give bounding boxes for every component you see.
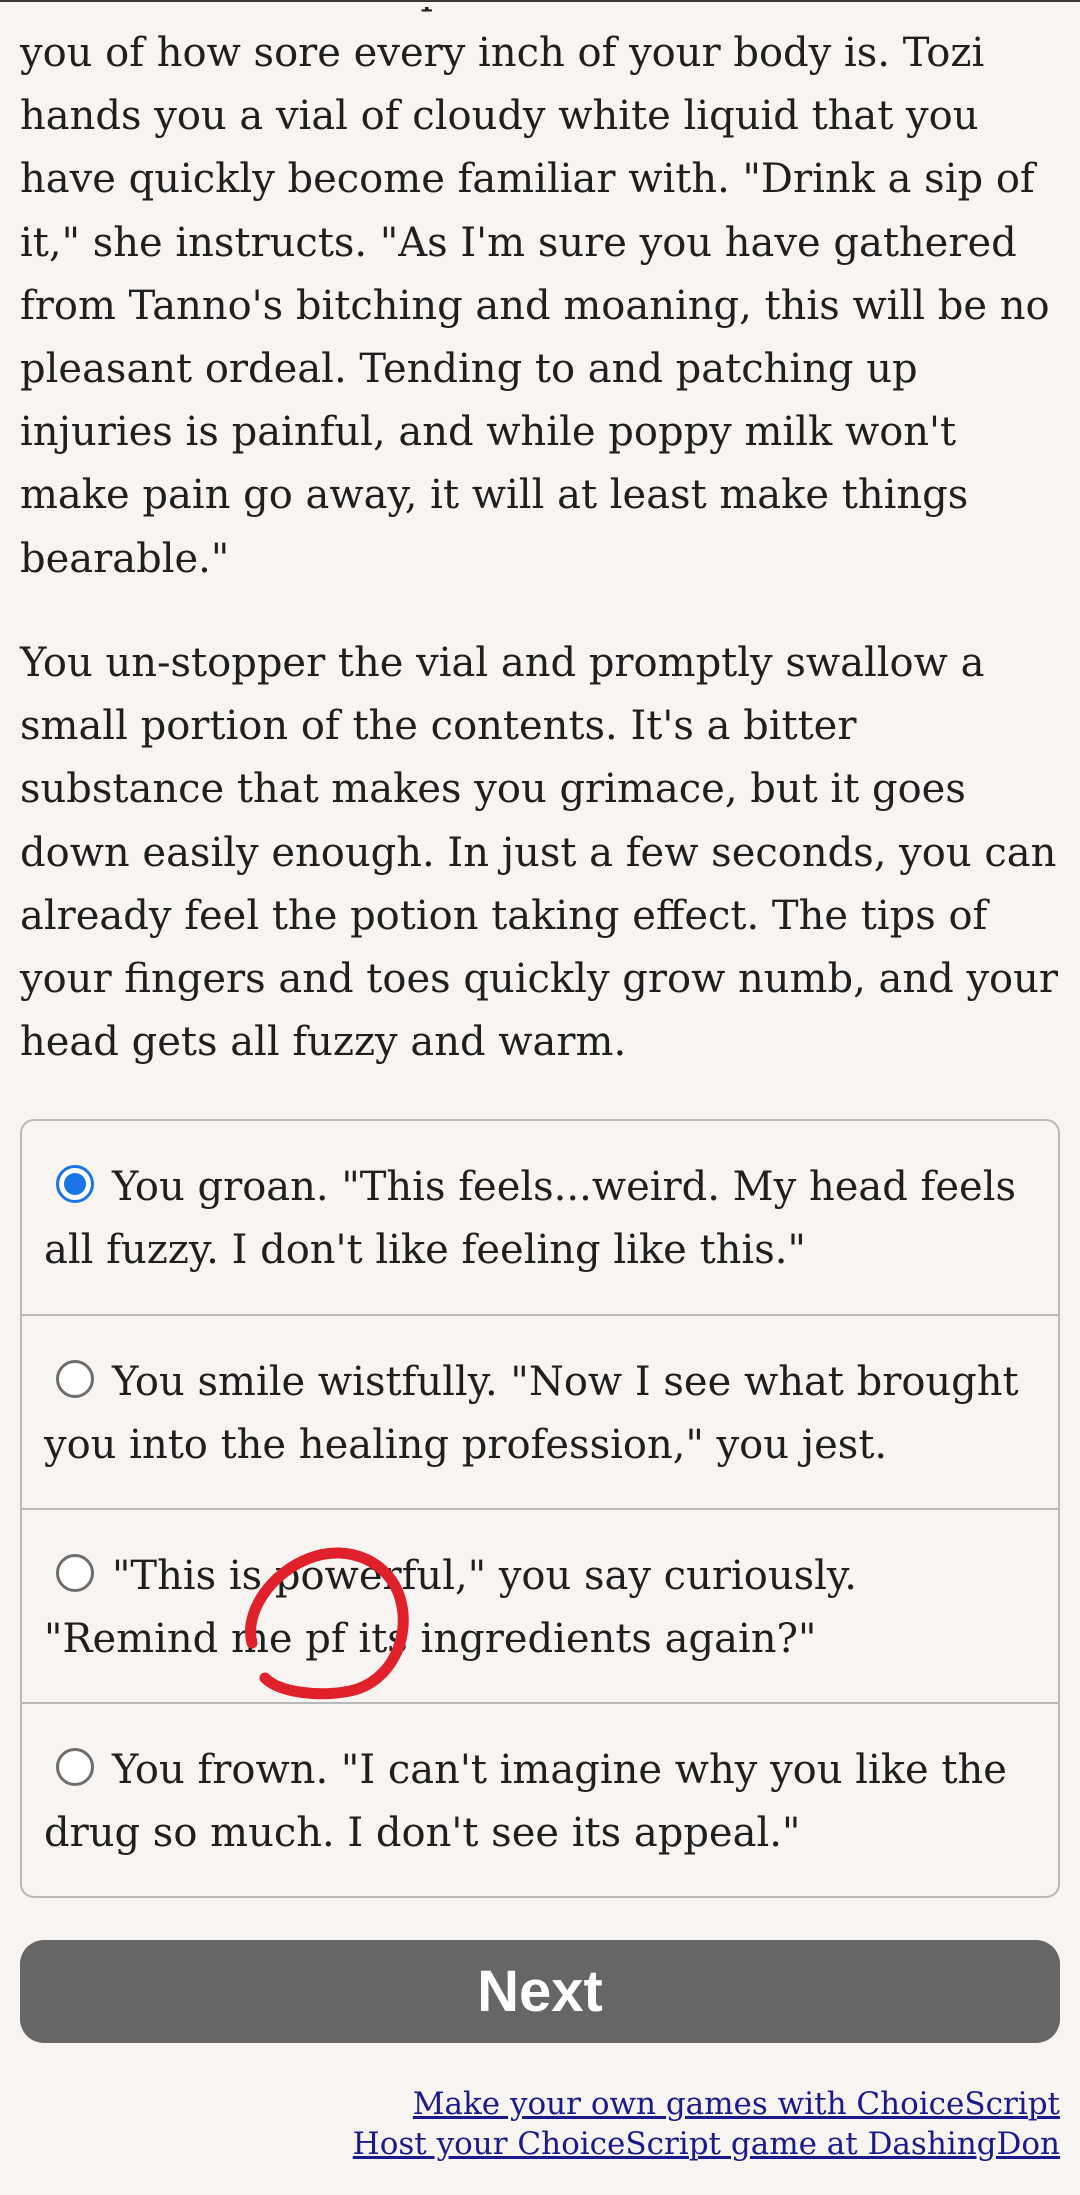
choice-label: You groan. "This feels...weird. My head …	[44, 1164, 1017, 1274]
footer-links: Make your own games with ChoiceScript Ho…	[353, 2084, 1060, 2164]
choice-option-1[interactable]: You groan. "This feels...weird. My head …	[22, 1121, 1058, 1314]
radio-unselected-icon[interactable]	[56, 1748, 94, 1786]
choice-label: You frown. "I can't imagine why you like…	[44, 1747, 1007, 1857]
next-button[interactable]: Next	[20, 1940, 1060, 2043]
choice-list: You groan. "This feels...weird. My head …	[20, 1119, 1060, 1898]
choice-option-3[interactable]: "This is powerful," you say curiously. "…	[22, 1508, 1058, 1702]
choice-option-2[interactable]: You smile wistfully. "Now I see what bro…	[22, 1314, 1058, 1508]
choice-label: You smile wistfully. "Now I see what bro…	[44, 1359, 1019, 1469]
make-games-link[interactable]: Make your own games with ChoiceScript	[353, 2084, 1060, 2124]
choice-label: "This is powerful," you say curiously. "…	[44, 1553, 857, 1663]
story-paragraph-2: You un-stopper the vial and promptly swa…	[20, 640, 1059, 1066]
radio-unselected-icon[interactable]	[56, 1360, 94, 1398]
choice-option-4[interactable]: You frown. "I can't imagine why you like…	[22, 1702, 1058, 1896]
story-cut-line: side. Even such simple movements has rem…	[20, 7, 1017, 22]
host-game-link[interactable]: Host your ChoiceScript game at DashingDo…	[353, 2124, 1060, 2164]
radio-selected-icon[interactable]	[56, 1165, 94, 1203]
screen-top-edge	[0, 0, 1080, 2]
radio-unselected-icon[interactable]	[56, 1554, 94, 1592]
story-paragraph-1: side. Even such simple movements has rem…	[20, 7, 1060, 591]
story-paragraph-1-text: you of how sore every inch of your body …	[20, 30, 1050, 582]
